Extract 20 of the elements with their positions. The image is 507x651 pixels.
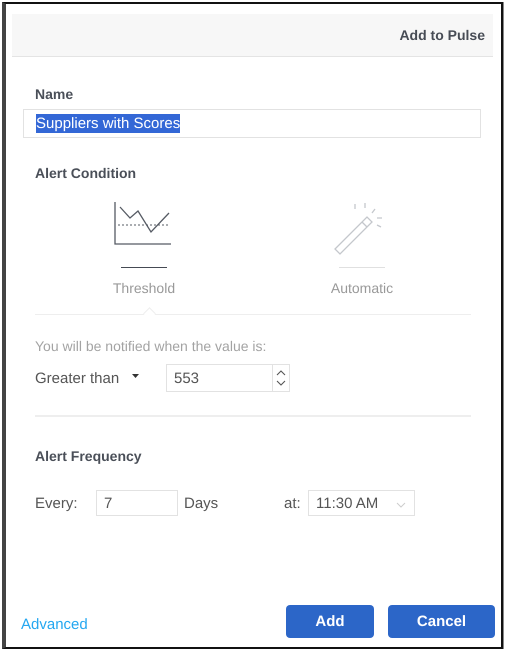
every-label: Every: xyxy=(35,494,79,512)
dialog-title: Add to Pulse xyxy=(399,27,485,43)
time-dropdown[interactable]: 11:30 AM xyxy=(308,490,415,516)
chevron-down-icon xyxy=(396,502,406,508)
section-heading: Alert Frequency xyxy=(35,448,143,464)
name-field[interactable]: Suppliers with Scores xyxy=(23,109,481,138)
at-label: at: xyxy=(284,494,302,512)
number-field[interactable]: 553 xyxy=(166,364,290,392)
condition-tab[interactable]: Automatic xyxy=(253,201,471,296)
unit-label: Days xyxy=(184,494,220,512)
section-heading: Alert Condition xyxy=(35,165,138,181)
hint-text: You will be notified when the value is: xyxy=(35,338,268,354)
spinner-icon xyxy=(276,368,286,388)
operator-dropdown[interactable]: Greater than xyxy=(35,370,155,386)
dialog-button[interactable]: Cancel xyxy=(388,605,495,638)
dialog-button[interactable]: Add xyxy=(286,605,374,638)
caret-icon xyxy=(132,374,140,378)
field-label: Name xyxy=(35,86,74,102)
condition-tab[interactable]: Threshold xyxy=(35,201,253,296)
every-field[interactable]: 7 xyxy=(96,490,178,516)
